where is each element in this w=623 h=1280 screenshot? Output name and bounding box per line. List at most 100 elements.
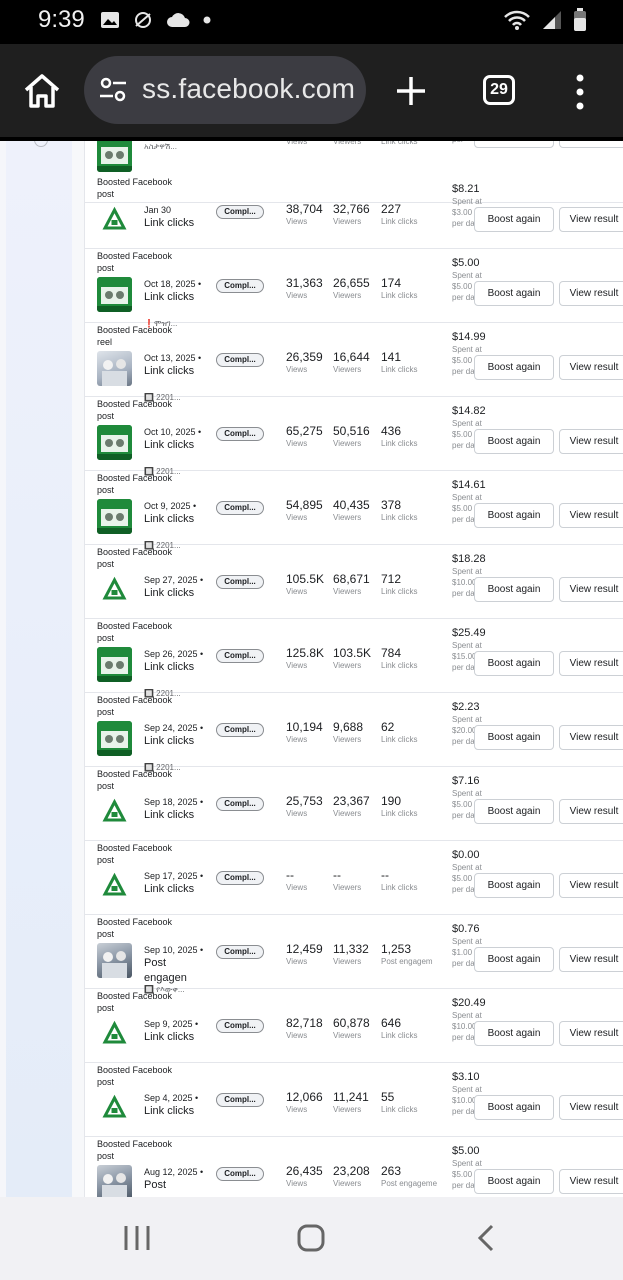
- tab-switcher-button[interactable]: 29: [483, 75, 515, 105]
- table-row[interactable]: Boosted Facebook post Sep 10, 2025 • Pos…: [85, 915, 623, 994]
- table-row[interactable]: Boosted Facebook post Sep 27, 2025 • Lin…: [85, 545, 623, 619]
- result-label: Link clicks: [381, 735, 418, 744]
- ad-thumbnail[interactable]: [97, 1165, 132, 1197]
- table-row[interactable]: Boosted Facebook post Oct 18, 2025 • Lin…: [85, 249, 623, 328]
- home-nav-icon[interactable]: [296, 1223, 326, 1253]
- views-value: 12,066: [286, 1090, 323, 1104]
- table-row[interactable]: Boosted Facebook post Sep 24, 2025 • Lin…: [85, 693, 623, 772]
- resume-button[interactable]: Resume: [474, 141, 554, 148]
- ad-thumbnail[interactable]: [97, 1091, 132, 1126]
- view-results-button[interactable]: View result: [559, 141, 623, 148]
- viewers-label: Viewers: [333, 1179, 362, 1188]
- boost-again-button[interactable]: Boost again: [474, 947, 554, 972]
- view-results-button[interactable]: View result: [559, 799, 623, 824]
- browser-toolbar: ss.facebook.com 29: [0, 44, 623, 139]
- view-results-button[interactable]: View result: [559, 947, 623, 972]
- views-label: Views: [286, 513, 308, 522]
- ad-thumbnail[interactable]: [97, 1017, 132, 1052]
- view-results-button[interactable]: View result: [559, 207, 623, 232]
- viewers-value: 103.5K: [333, 646, 371, 660]
- boost-again-button[interactable]: Boost again: [474, 281, 554, 306]
- ad-thumbnail[interactable]: [97, 869, 132, 904]
- photo-thumbnail-icon: [102, 1173, 127, 1197]
- ad-thumbnail[interactable]: [97, 277, 132, 312]
- viewers-value: 68,671: [333, 572, 370, 586]
- row-ad-type: Boosted Facebook post: [97, 399, 173, 421]
- row-ad-type: Boosted Facebook post: [97, 621, 173, 643]
- site-settings-icon[interactable]: [98, 76, 128, 104]
- boost-again-button[interactable]: Boost again: [474, 577, 554, 602]
- table-row[interactable]: Boosted Facebook post Oct 9, 2025 • Link…: [85, 471, 623, 550]
- viewers-label: Viewers: [333, 1031, 362, 1040]
- views-label: Views: [286, 1105, 308, 1114]
- table-row[interactable]: Boosted Facebook post Jan 30 Link clicks…: [85, 175, 623, 249]
- views-value: 26,435: [286, 1164, 323, 1178]
- views-value: 54,895: [286, 498, 323, 512]
- result-value: 1,253: [381, 942, 412, 956]
- views-value: 65,275: [286, 424, 323, 438]
- boost-again-button[interactable]: Boost again: [474, 207, 554, 232]
- amount-spent: $14.99: [452, 331, 486, 343]
- recent-apps-icon[interactable]: [122, 1223, 152, 1253]
- ad-thumbnail[interactable]: [97, 573, 132, 608]
- table-row[interactable]: Boosted Facebook post Sep 4, 2025 • Link…: [85, 1063, 623, 1137]
- status-badge: Compl...: [216, 945, 264, 959]
- back-nav-icon[interactable]: [474, 1223, 498, 1253]
- row-date: Sep 10, 2025 •: [144, 945, 204, 955]
- table-row[interactable]: Boosted Facebook post Oct 10, 2025 • Lin…: [85, 397, 623, 476]
- boost-again-button[interactable]: Boost again: [474, 651, 554, 676]
- view-results-button[interactable]: View result: [559, 429, 623, 454]
- boost-again-button[interactable]: Boost again: [474, 725, 554, 750]
- view-results-button[interactable]: View result: [559, 1021, 623, 1046]
- ad-thumbnail[interactable]: [97, 647, 132, 682]
- row-date: Sep 24, 2025 •: [144, 723, 204, 733]
- amount-spent: $25.49: [452, 627, 486, 639]
- boost-again-button[interactable]: Boost again: [474, 503, 554, 528]
- table-row[interactable]: Boosted Facebook post Sep 18, 2025 • Lin…: [85, 767, 623, 841]
- table-row[interactable]: Boosted Facebook post Sep 9, 2025 • Link…: [85, 989, 623, 1063]
- view-results-button[interactable]: View result: [559, 873, 623, 898]
- view-results-button[interactable]: View result: [559, 281, 623, 306]
- view-results-button[interactable]: View result: [559, 725, 623, 750]
- viewers-label: Viewers: [333, 365, 362, 374]
- home-icon[interactable]: [22, 72, 62, 110]
- more-menu-icon[interactable]: [572, 72, 588, 112]
- status-badge: Compl...: [216, 501, 264, 515]
- ad-thumbnail[interactable]: [97, 141, 132, 172]
- boost-again-button[interactable]: Boost again: [474, 1169, 554, 1194]
- row-objective: Link clicks: [144, 883, 195, 895]
- views-value: 125.8K: [286, 646, 324, 660]
- boost-again-button[interactable]: Boost again: [474, 799, 554, 824]
- ad-thumbnail[interactable]: [97, 425, 132, 460]
- view-results-button[interactable]: View result: [559, 577, 623, 602]
- status-badge: Compl...: [216, 1167, 264, 1181]
- table-row[interactable]: Boosted Facebook post Aug 12, 2025 • Pos…: [85, 1137, 623, 1197]
- ad-thumbnail[interactable]: [97, 499, 132, 534]
- boost-again-button[interactable]: Boost again: [474, 1021, 554, 1046]
- view-results-button[interactable]: View result: [559, 503, 623, 528]
- ad-thumbnail[interactable]: [97, 795, 132, 830]
- table-row[interactable]: Boosted Facebook post Sep 17, 2025 • Lin…: [85, 841, 623, 915]
- view-results-button[interactable]: View result: [559, 651, 623, 676]
- ad-thumbnail[interactable]: [97, 943, 132, 978]
- boost-again-button[interactable]: Boost again: [474, 429, 554, 454]
- ad-thumbnail[interactable]: [97, 721, 132, 756]
- boost-again-button[interactable]: Boost again: [474, 873, 554, 898]
- table-row[interactable]: Boosted Facebook reel Oct 13, 2025 • Lin…: [85, 323, 623, 402]
- boost-again-button[interactable]: Boost again: [474, 1095, 554, 1120]
- status-badge: Compl...: [216, 1019, 264, 1033]
- viewers-value: 40,435: [333, 498, 370, 512]
- address-bar[interactable]: ss.facebook.com: [84, 56, 366, 124]
- view-results-button[interactable]: View result: [559, 1169, 623, 1194]
- view-results-button[interactable]: View result: [559, 355, 623, 380]
- new-tab-icon[interactable]: [394, 68, 428, 114]
- boost-again-button[interactable]: Boost again: [474, 355, 554, 380]
- amount-spent: $18.28: [452, 553, 486, 565]
- views-label: Views: [286, 291, 308, 300]
- view-results-button[interactable]: View result: [559, 1095, 623, 1120]
- result-label: Link clicks: [381, 883, 418, 892]
- ad-thumbnail[interactable]: [97, 203, 132, 238]
- ad-thumbnail[interactable]: [97, 351, 132, 386]
- table-row[interactable]: Boosted Facebook post Sep 26, 2025 • Lin…: [85, 619, 623, 698]
- views-label: Views: [286, 1179, 308, 1188]
